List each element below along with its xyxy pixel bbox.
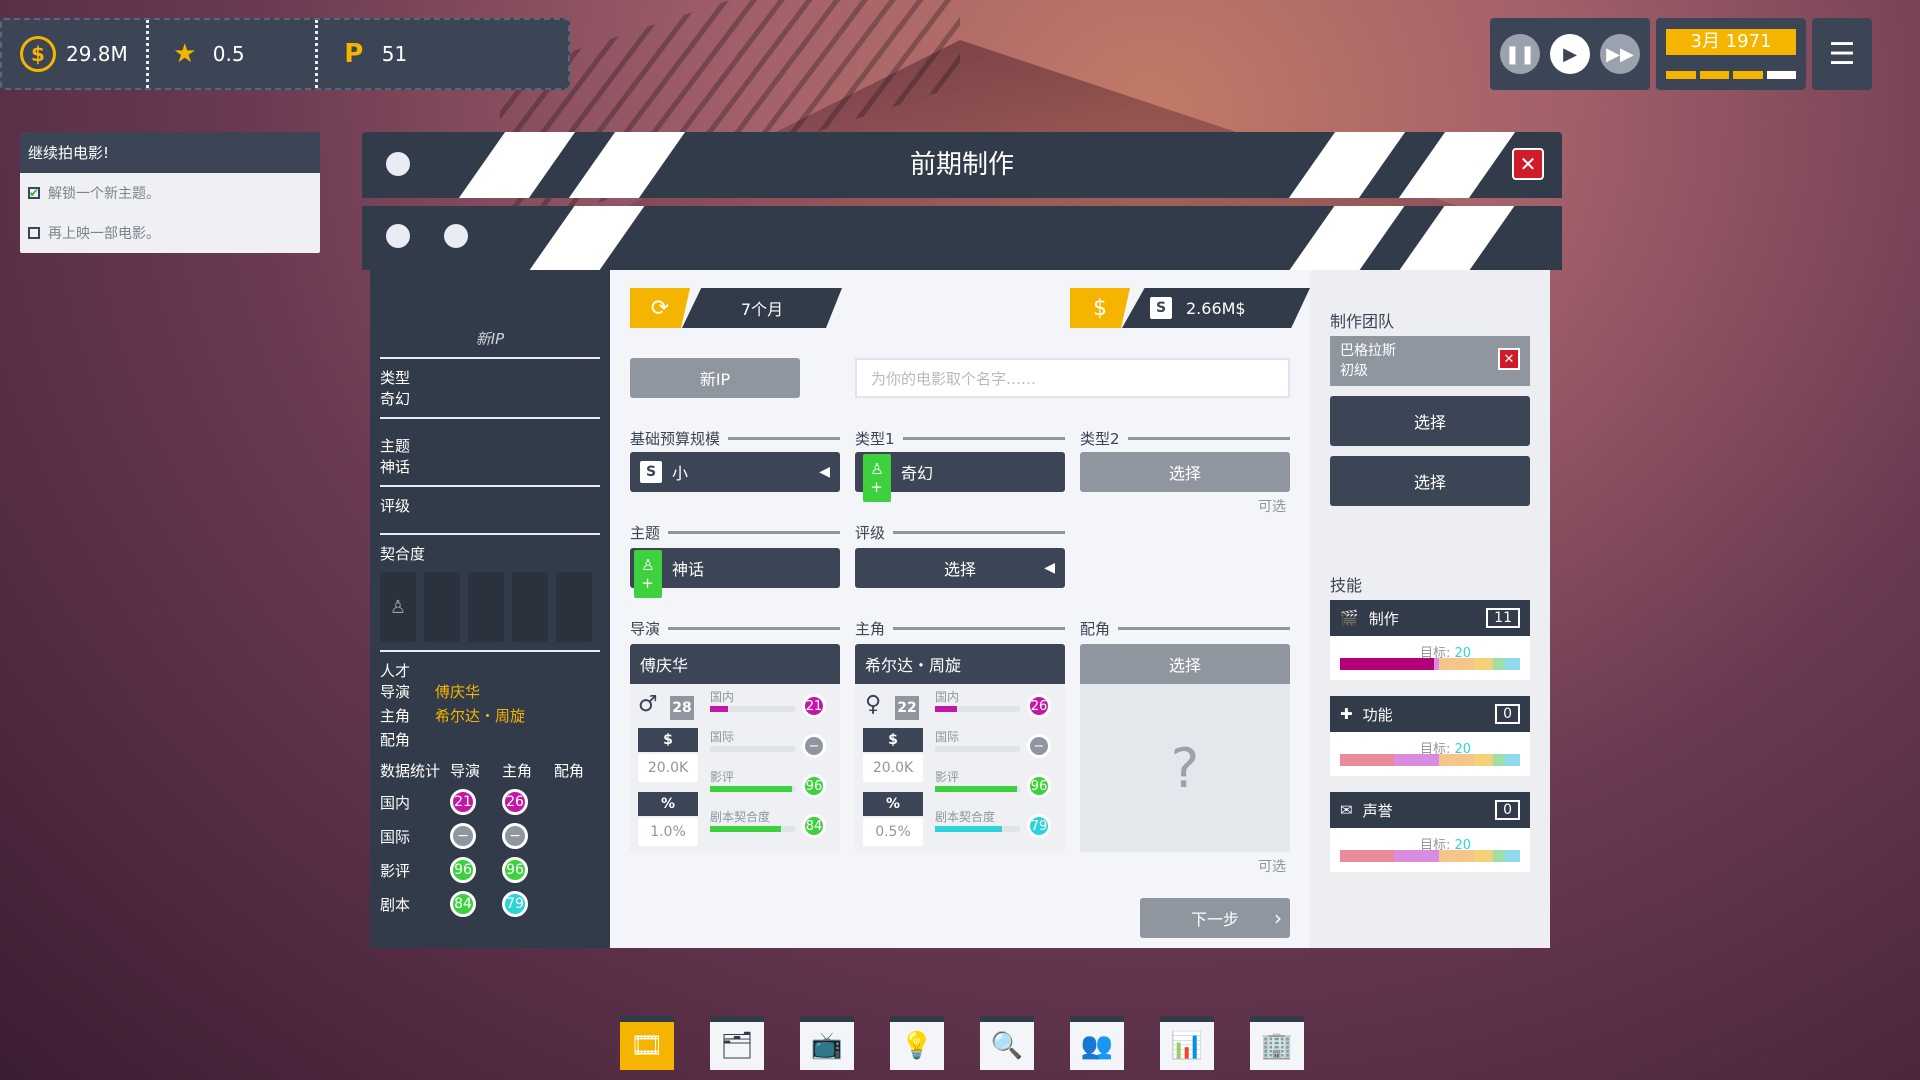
female-icon: ♀: [865, 692, 882, 717]
play-button[interactable]: ▶: [1550, 34, 1590, 74]
genre-theme-icon: ♙: [380, 572, 416, 642]
movie-name-input[interactable]: 为你的电影取个名字……: [855, 358, 1290, 398]
fans-stat: P 51: [314, 20, 425, 88]
support-actor-card[interactable]: 选择 ?: [1080, 644, 1290, 852]
rating-stat: ★ 0.5: [145, 20, 315, 88]
next-button[interactable]: 下一步 ›: [1140, 898, 1290, 938]
male-icon: ♂: [638, 692, 658, 717]
objectives-title: 继续拍电影!: [20, 132, 320, 173]
date-label: 3月 1971: [1666, 29, 1796, 55]
skill-function: ✚ 功能 0 目标: 20: [1330, 696, 1530, 776]
clapper-hole: [386, 224, 410, 248]
people-icon[interactable]: 👥: [1070, 1016, 1124, 1070]
chart-icon[interactable]: 📊: [1160, 1016, 1214, 1070]
building-icon[interactable]: 🏢: [1250, 1016, 1304, 1070]
theme-select[interactable]: ♙ + 神话: [630, 548, 840, 598]
objectives-panel: 继续拍电影! ✔ 解锁一个新主题。 再上映一部电影。: [20, 132, 320, 253]
type-summary: 类型 奇幻: [380, 359, 600, 419]
close-icon: ✕: [1519, 152, 1537, 176]
theme-icon: ♙ +: [634, 550, 662, 598]
skill-production: 🎬 制作 11 目标: 20: [1330, 600, 1530, 680]
genre-icon: ♙ +: [863, 454, 891, 502]
skill-gradient: [1340, 850, 1520, 862]
select-team-button[interactable]: 选择: [1330, 396, 1530, 446]
rating-summary: 评级: [380, 487, 600, 535]
genre2-select-button[interactable]: 选择: [1080, 452, 1290, 492]
remove-member-button[interactable]: ✕: [1498, 348, 1520, 370]
menu-button[interactable]: ☰: [1812, 18, 1872, 90]
week-progress: [1666, 71, 1796, 79]
select-team-button[interactable]: 选择: [1330, 456, 1530, 506]
date-box: 3月 1971: [1656, 18, 1806, 90]
clapperboard-header: 前期制作 ✕: [362, 132, 1562, 270]
skill-reputation: ✉ 声誉 0 目标: 20: [1330, 792, 1530, 872]
cost-chip: $ S 2.66M$: [1070, 288, 1310, 328]
money-value: 29.8M: [66, 42, 128, 66]
fit-slots: ♙: [380, 572, 600, 642]
lead-name: 希尔达・周旋: [855, 644, 1065, 684]
idea-icon[interactable]: 💡: [890, 1016, 944, 1070]
duration-chip: ⟳ 7个月: [630, 288, 842, 328]
close-icon: ✕: [1503, 351, 1515, 367]
search-icon[interactable]: 🔍: [980, 1016, 1034, 1070]
objective-item: 再上映一部电影。: [20, 213, 320, 253]
theme-summary: 主题 神话: [380, 419, 600, 487]
lead-actor-card[interactable]: 希尔达・周旋 ♀ 22 国内 26 $ 20.0K 国际 − 影评 96 % 0…: [855, 644, 1065, 852]
fast-forward-button[interactable]: ▶▶: [1600, 34, 1640, 74]
rating-value: 0.5: [212, 42, 245, 66]
tv-icon[interactable]: 📺: [800, 1016, 854, 1070]
tool-icon: ✚: [1340, 705, 1353, 723]
money-stat: $ 29.8M: [2, 20, 146, 88]
bottom-dock: 🎞 🗂 📺 💡 🔍 👥 📊 🏢: [620, 1016, 1304, 1070]
unchecked-icon: [28, 227, 40, 239]
clapper-icon: 🎬: [1340, 609, 1359, 627]
money-icon: $: [20, 36, 56, 72]
fans-value: 51: [381, 42, 408, 66]
ip-summary: 新IP: [380, 270, 600, 359]
clapper-hole: [444, 224, 468, 248]
talent-summary: 人才 导演 傅庆华 主角 希尔达・周旋 配角 数据统计 导演 主角 配角 国内 21…: [380, 660, 600, 917]
objective-item: ✔ 解锁一个新主题。: [28, 186, 160, 202]
genre1-select[interactable]: ♙ + 奇幻: [855, 452, 1065, 502]
hamburger-icon: ☰: [1828, 36, 1856, 72]
chevron-right-icon: ›: [1274, 906, 1282, 930]
skill-gradient: [1340, 754, 1520, 766]
star-icon: ★: [173, 39, 197, 69]
fit-summary: 契合度 ♙: [380, 535, 600, 652]
skill-gradient: [1340, 658, 1520, 670]
rating-select[interactable]: 选择 ◀: [855, 548, 1065, 588]
team-panel: 制作团队 巴格拉斯 初级 ✕ 选择 选择 技能 🎬 制作 11 目标: 20 ✚ 功能…: [1310, 270, 1550, 948]
speed-controls: ❚❚ ▶ ▶▶: [1490, 18, 1650, 90]
team-member-card[interactable]: 巴格拉斯 初级 ✕: [1330, 336, 1530, 386]
film-icon[interactable]: 🎞: [620, 1016, 674, 1070]
clapper-top: 前期制作 ✕: [362, 132, 1562, 198]
close-button[interactable]: ✕: [1512, 148, 1544, 180]
coin-icon: $: [1070, 288, 1130, 328]
time-controls: ❚❚ ▶ ▶▶ 3月 1971 ☰: [1490, 18, 1920, 90]
budget-select[interactable]: S 小 ◀: [630, 452, 840, 492]
window-title: 前期制作: [909, 150, 1014, 180]
movie-summary-panel: 新IP 类型 奇幻 主题 神话 评级 契合度 ♙ 人才 导演 傅庆华 主角 希尔达・…: [370, 270, 610, 948]
pause-button[interactable]: ❚❚: [1500, 34, 1540, 74]
support-select-button[interactable]: 选择: [1080, 644, 1290, 684]
new-ip-button[interactable]: 新IP: [630, 358, 800, 398]
resource-bar: $ 29.8M ★ 0.5 P 51: [0, 18, 570, 90]
arrow-left-icon: ◀: [1044, 560, 1055, 576]
clock-icon: ⟳: [630, 288, 690, 328]
arrow-left-icon: ◀: [819, 464, 830, 480]
director-name: 傅庆华: [630, 644, 840, 684]
fans-icon: P: [344, 39, 364, 69]
clapper-bottom: [362, 206, 1562, 270]
stats-table: 数据统计 导演 主角 配角 国内 21 26 国际 − − 影评 96 96 剧…: [380, 760, 600, 917]
folder-icon[interactable]: 🗂: [710, 1016, 764, 1070]
preproduction-form: ⟳ 7个月 $ S 2.66M$ 新IP 为你的电影取个名字…… 基础预算规模 …: [610, 270, 1310, 948]
clapper-hole: [386, 152, 410, 176]
chat-icon: ✉: [1340, 801, 1353, 819]
checked-icon: ✔: [28, 186, 40, 200]
director-card[interactable]: 傅庆华 ♂ 28 国内 21 $ 20.0K 国际 − 影评 96 % 1.0%…: [630, 644, 840, 852]
